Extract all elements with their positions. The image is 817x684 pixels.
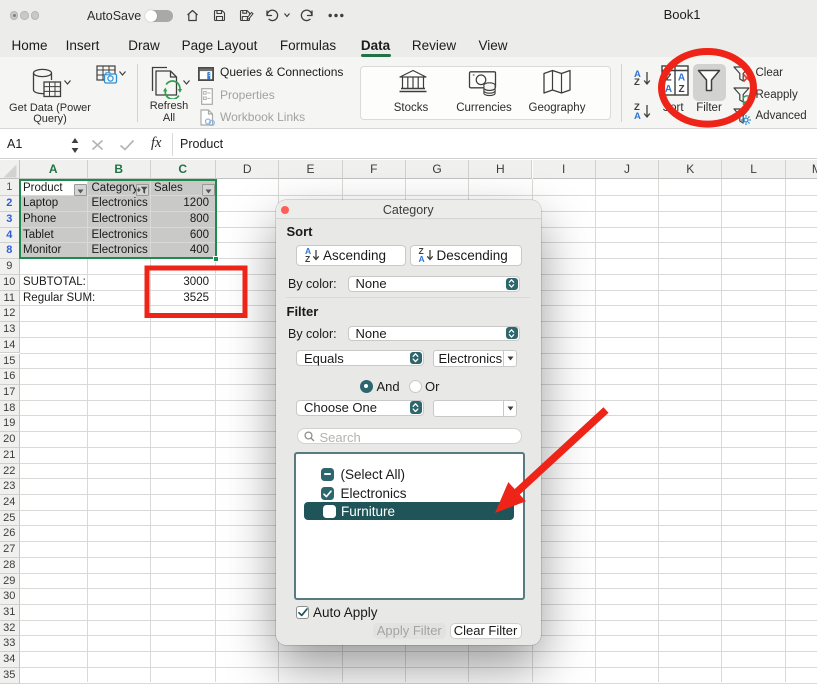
- svg-text:A: A: [664, 84, 671, 95]
- svg-text:Z: Z: [678, 84, 684, 95]
- svg-text:Z: Z: [665, 73, 671, 84]
- svg-text:A: A: [677, 73, 684, 84]
